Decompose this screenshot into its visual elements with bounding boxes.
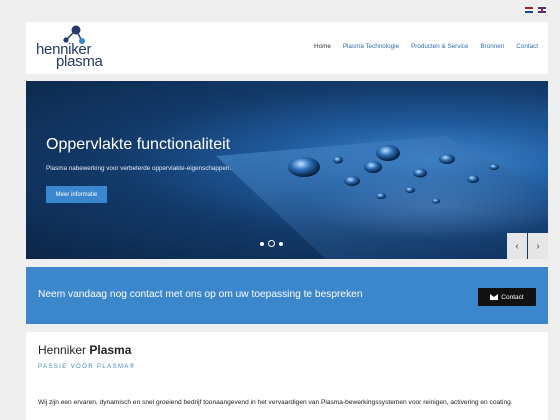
nav-bronnen[interactable]: Bronnen [480,43,504,50]
about-title: Henniker Plasma [38,343,131,357]
site-header: henniker plasma Home Plasma Technologie … [26,22,548,74]
language-switcher [525,7,546,13]
slider-arrows: ‹ › [506,233,548,259]
nav-producten-service[interactable]: Producten & Service [411,43,468,50]
more-info-button[interactable]: Meer informatie [46,186,107,203]
nav-plasma-technologie[interactable]: Plasma Technologie [343,43,399,50]
logo-text-plasma: plasma [56,53,103,70]
about-tagline: PASSIE VOOR PLASMA® [38,364,136,370]
english-flag-icon[interactable] [538,7,546,13]
dutch-flag-icon[interactable] [525,7,533,13]
hero-title: Oppervlakte functionaliteit [46,136,231,153]
contact-banner-text: Neem vandaag nog contact met ons op om u… [38,289,363,300]
contact-button[interactable]: Contact [478,288,536,306]
slide-dot-2[interactable] [268,240,275,247]
slide-dot-1[interactable] [260,241,264,246]
henniker-plasma-logo[interactable]: henniker plasma [32,24,122,72]
about-description: Wij zijn een ervaren, dynamisch en snel … [38,399,513,406]
nav-home[interactable]: Home [314,43,331,50]
envelope-icon [490,294,499,300]
contact-banner: Neem vandaag nog contact met ons op om u… [26,267,548,324]
next-slide-button[interactable]: › [528,233,548,259]
hero-slider: Oppervlakte functionaliteit Plasma nabew… [26,81,548,259]
nav-contact[interactable]: Contact [516,43,538,50]
about-section: Henniker Plasma PASSIE VOOR PLASMA® Wij … [26,332,548,420]
slider-dots [260,240,283,247]
previous-slide-button[interactable]: ‹ [507,233,527,259]
slide-dot-3[interactable] [279,241,283,246]
about-title-bold: Plasma [89,343,132,357]
main-navigation: Home Plasma Technologie Producten & Serv… [314,43,538,50]
hero-subtitle: Plasma nabewerking voor verbeterde opper… [46,165,232,172]
about-title-light: Henniker [38,343,87,357]
contact-button-label: Contact [501,293,524,301]
